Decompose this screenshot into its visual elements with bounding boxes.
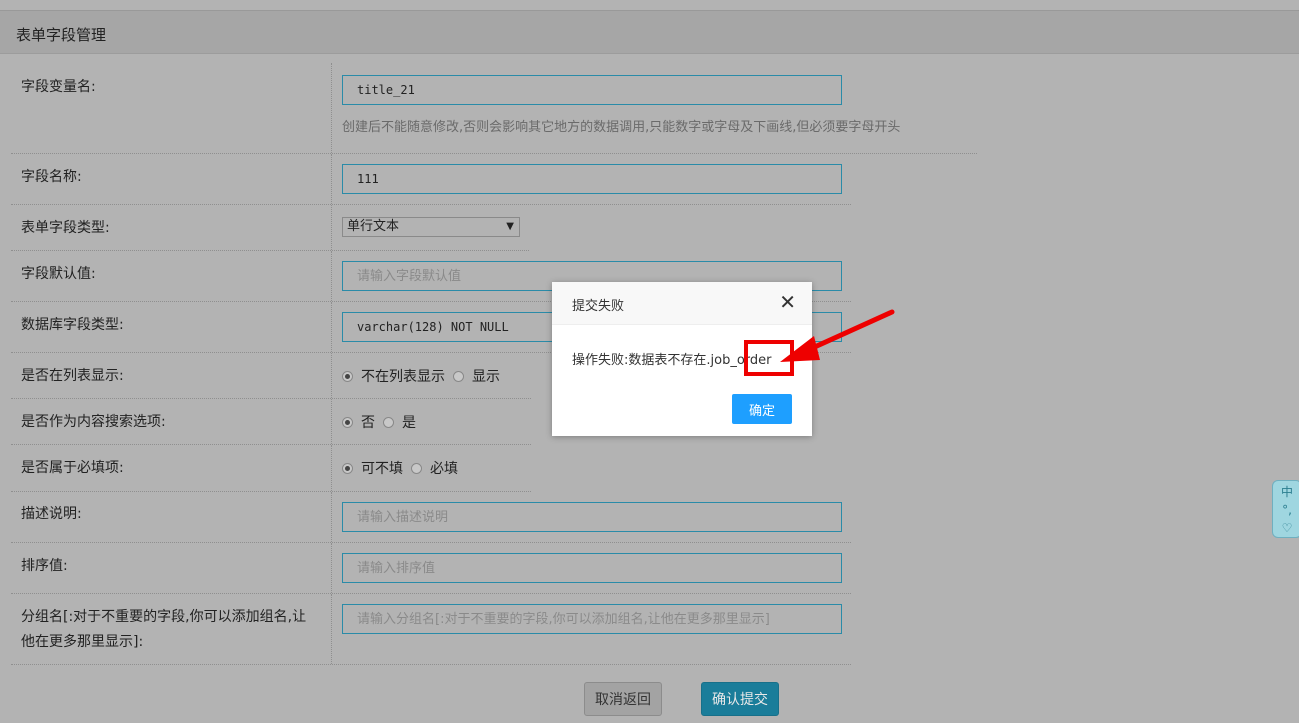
group-input[interactable] xyxy=(342,604,842,634)
description-input[interactable] xyxy=(342,502,842,532)
field-label: 是否作为内容搜索选项: xyxy=(21,414,166,430)
radio-required[interactable] xyxy=(411,462,422,474)
field-label-line2: 他在更多那里显示]: xyxy=(21,634,144,650)
field-label: 描述说明: xyxy=(21,506,82,522)
heart-icon: ♡ xyxy=(1281,521,1293,536)
radio-not-in-list[interactable] xyxy=(342,370,353,382)
ime-widget[interactable]: 中 °, ♡ xyxy=(1272,480,1299,538)
label-cell: 字段默认值: xyxy=(11,251,332,301)
field-label: 是否在列表显示: xyxy=(21,368,124,384)
label-cell: 描述说明: xyxy=(11,492,332,542)
radio-optional[interactable] xyxy=(342,462,353,474)
ime-dots: °, xyxy=(1282,503,1292,518)
field-label: 数据库字段类型: xyxy=(21,317,124,333)
radio-label: 否 xyxy=(361,415,375,431)
annotation-arrow-icon xyxy=(780,309,895,362)
label-cell: 是否在列表显示: xyxy=(11,353,332,398)
radio-no[interactable] xyxy=(342,416,353,428)
var-name-help-text: 创建后不能随意修改,否则会影响其它地方的数据调用,只能数字或字母及下画线,但必须… xyxy=(342,120,901,135)
field-label: 排序值: xyxy=(21,558,68,574)
dialog-message: 操作失败:数据表不存在.job_order xyxy=(572,353,772,368)
label-cell: 字段变量名: xyxy=(11,63,332,153)
field-label: 是否属于必填项: xyxy=(21,460,124,476)
list-show-radio-group: 不在列表显示 显示 xyxy=(342,366,508,386)
radio-label: 必填 xyxy=(430,461,458,477)
field-label-line1: 分组名[:对于不重要的字段,你可以添加组名,让 xyxy=(21,609,307,625)
row-search: 是否作为内容搜索选项: xyxy=(11,399,531,445)
field-label: 字段默认值: xyxy=(21,266,96,282)
radio-yes[interactable] xyxy=(383,416,394,428)
label-cell: 是否属于必填项: xyxy=(11,445,332,491)
label-cell: 排序值: xyxy=(11,543,332,593)
sort-input[interactable] xyxy=(342,553,842,583)
radio-label: 是 xyxy=(402,415,416,431)
cancel-button[interactable]: 取消返回 xyxy=(584,682,662,716)
ok-button[interactable]: 确定 xyxy=(732,394,792,424)
required-radio-group: 可不填 必填 xyxy=(342,458,466,478)
radio-label: 显示 xyxy=(472,369,500,385)
label-cell: 表单字段类型: xyxy=(11,205,332,250)
radio-label: 可不填 xyxy=(361,461,403,477)
label-cell: 是否作为内容搜索选项: xyxy=(11,399,332,444)
submit-button[interactable]: 确认提交 xyxy=(701,682,779,716)
field-name-input[interactable] xyxy=(342,164,842,194)
form-type-select[interactable]: 单行文本 ▼ xyxy=(342,217,520,237)
radio-show[interactable] xyxy=(453,370,464,382)
panel-header: 表单字段管理 xyxy=(0,10,1299,54)
label-cell: 字段名称: xyxy=(11,154,332,204)
label-cell: 数据库字段类型: xyxy=(11,302,332,352)
search-radio-group: 否 是 xyxy=(342,412,424,432)
label-cell: 分组名[:对于不重要的字段,你可以添加组名,让 他在更多那里显示]: xyxy=(11,594,332,664)
page-title: 表单字段管理 xyxy=(16,26,107,44)
var-name-input[interactable] xyxy=(342,75,842,105)
field-label: 表单字段类型: xyxy=(21,220,110,236)
field-label: 字段变量名: xyxy=(21,79,96,95)
radio-label: 不在列表显示 xyxy=(361,369,445,385)
ime-char: 中 xyxy=(1280,484,1293,499)
chevron-down-icon: ▼ xyxy=(506,221,514,232)
field-label: 字段名称: xyxy=(21,169,82,185)
dialog-title: 提交失败 xyxy=(572,299,625,314)
select-value: 单行文本 xyxy=(347,219,400,234)
